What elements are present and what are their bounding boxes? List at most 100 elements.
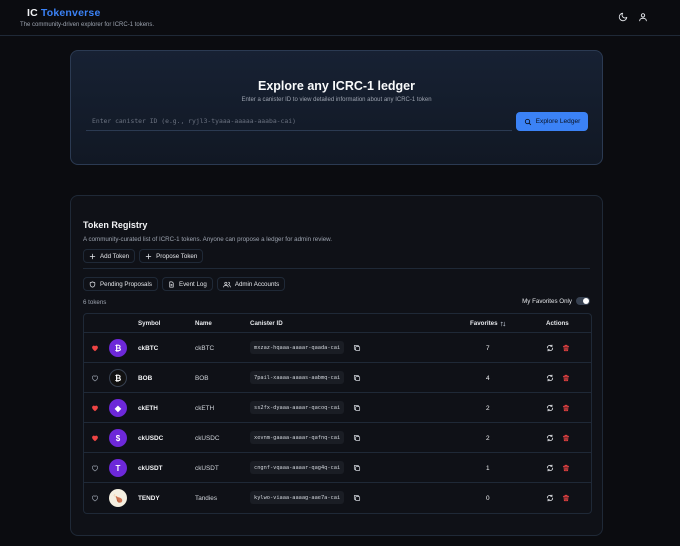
bitcoin-icon: ₿ xyxy=(109,369,127,387)
admin-accounts-label: Admin Accounts xyxy=(234,280,280,288)
token-name: ckUSDC xyxy=(195,435,220,442)
token-registry-card: Token Registry A community-curated list … xyxy=(70,195,603,536)
pending-proposals-button[interactable]: Pending Proposals xyxy=(83,277,158,291)
explore-hero: Explore any ICRC-1 ledger Enter a canist… xyxy=(70,50,603,165)
event-log-label: Event Log xyxy=(178,280,207,288)
heart-icon[interactable] xyxy=(91,404,99,412)
logo-tokenverse: Tokenverse xyxy=(40,7,101,19)
favorites-only-label: My Favorites Only xyxy=(522,297,572,305)
app-logo[interactable]: IC Tokenverse xyxy=(27,7,101,19)
propose-token-button[interactable]: Propose Token xyxy=(139,249,204,263)
col-canister: Canister ID xyxy=(250,320,283,327)
canister-id: kylwo-viaaa-aaaag-aae7a-cai xyxy=(250,491,345,504)
refresh-icon[interactable] xyxy=(546,434,554,442)
col-favorites-sort[interactable]: Favorites xyxy=(470,320,506,327)
token-name: BOB xyxy=(195,375,209,382)
heart-icon[interactable] xyxy=(91,344,99,352)
copy-icon[interactable] xyxy=(353,434,361,442)
favorites-count: 0 xyxy=(486,495,490,502)
admin-accounts-button[interactable]: Admin Accounts xyxy=(216,277,286,291)
favorites-count: 2 xyxy=(486,435,490,442)
token-symbol: TENDY xyxy=(138,495,160,502)
favorites-count: 4 xyxy=(486,375,490,382)
registry-admin-actions: Pending Proposals Event Log Admin Accoun… xyxy=(83,277,286,291)
token-symbol: ckUSDT xyxy=(138,465,163,472)
heart-icon[interactable] xyxy=(91,374,99,382)
canister-id: xevnm-gaaaa-aaaar-qafnq-cai xyxy=(250,431,345,444)
refresh-icon[interactable] xyxy=(546,464,554,472)
refresh-icon[interactable] xyxy=(546,494,554,502)
trash-icon[interactable] xyxy=(562,434,570,442)
refresh-icon[interactable] xyxy=(546,404,554,412)
logo-ic: IC xyxy=(27,7,38,19)
hero-subtitle: Enter a canister ID to view detailed inf… xyxy=(241,97,432,103)
pending-proposals-label: Pending Proposals xyxy=(100,280,152,288)
token-name: ckBTC xyxy=(195,345,215,352)
token-symbol: ckUSDC xyxy=(138,435,164,442)
trash-icon[interactable] xyxy=(562,374,570,382)
canister-id-input[interactable] xyxy=(86,111,512,131)
top-header: IC Tokenverse The community-driven explor… xyxy=(0,0,680,36)
plus-icon xyxy=(145,253,152,259)
sort-icon xyxy=(500,321,505,326)
canister-id: ss2fx-dyaaa-aaaar-qacoq-cai xyxy=(250,401,345,414)
table-row[interactable]: ◆ ckETH ckETH ss2fx-dyaaa-aaaar-qacoq-cai 2 xyxy=(84,393,591,423)
trash-icon[interactable] xyxy=(562,494,570,502)
shield-icon xyxy=(89,281,96,287)
ethereum-icon: ◆ xyxy=(109,399,127,417)
token-name: ckUSDT xyxy=(195,465,219,472)
token-symbol: BOB xyxy=(138,375,153,382)
refresh-icon[interactable] xyxy=(546,374,554,382)
heart-icon[interactable] xyxy=(91,434,99,442)
propose-token-label: Propose Token xyxy=(156,252,198,260)
usdc-icon: $ xyxy=(109,429,127,447)
tether-icon: T xyxy=(109,459,127,477)
copy-icon[interactable] xyxy=(353,404,361,412)
trash-icon[interactable] xyxy=(562,464,570,472)
copy-icon[interactable] xyxy=(353,464,361,472)
users-icon xyxy=(223,281,231,287)
token-name: Tandies xyxy=(195,495,218,502)
divider xyxy=(83,268,590,269)
moon-icon[interactable] xyxy=(618,12,628,22)
heart-icon[interactable] xyxy=(91,464,99,472)
trash-icon[interactable] xyxy=(562,344,570,352)
token-symbol: ckETH xyxy=(138,405,158,412)
favorites-count: 7 xyxy=(486,345,490,352)
canister-id: mxzaz-hqaaa-aaaar-qaada-cai xyxy=(250,341,345,354)
copy-icon[interactable] xyxy=(353,494,361,502)
token-name: ckETH xyxy=(195,405,215,412)
col-name: Name xyxy=(195,320,212,327)
registry-subtitle: A community-curated list of ICRC-1 token… xyxy=(83,236,332,243)
favorites-count: 1 xyxy=(486,465,490,472)
copy-icon[interactable] xyxy=(353,344,361,352)
token-symbol: ckBTC xyxy=(138,345,159,352)
refresh-icon[interactable] xyxy=(546,344,554,352)
table-header: Symbol Name Canister ID Favorites Action… xyxy=(84,314,591,333)
canister-id: cngnf-vqaaa-aaaar-qag4q-cai xyxy=(250,461,345,474)
table-row[interactable]: TckUSDT ckUSDT cngnf-vqaaa-aaaar-qag4q-cai… xyxy=(84,453,591,483)
registry-primary-actions: Add Token Propose Token xyxy=(83,249,204,263)
table-row[interactable]: 🍗 TENDY Tandies kylwo-viaaa-aaaag-aae7a-cai… xyxy=(84,483,591,513)
tendy-icon: 🍗 xyxy=(109,489,127,507)
table-row[interactable]: ₿ ckBTC ckBTC mxzaz-hqaaa-aaaar-qaada-cai 7 xyxy=(84,333,591,363)
event-log-button[interactable]: Event Log xyxy=(161,277,213,291)
trash-icon[interactable] xyxy=(562,404,570,412)
search-icon xyxy=(524,118,531,125)
table-row[interactable]: $ ckUSDC ckUSDC xevnm-gaaaa-aaaar-qafnq-cai… xyxy=(84,423,591,453)
token-table: Symbol Name Canister ID Favorites Action… xyxy=(83,313,592,514)
copy-icon[interactable] xyxy=(353,374,361,382)
col-symbol: Symbol xyxy=(138,320,161,327)
favorites-only-toggle[interactable] xyxy=(576,297,590,305)
canister-id: 7pail-xaaaa-aaaas-aabmq-cai xyxy=(250,371,345,384)
explore-ledger-label: Explore Ledger xyxy=(535,118,581,125)
col-actions: Actions xyxy=(546,320,569,327)
add-token-button[interactable]: Add Token xyxy=(83,249,136,263)
user-icon[interactable] xyxy=(638,12,648,22)
favorites-count: 2 xyxy=(486,405,490,412)
heart-icon[interactable] xyxy=(91,494,99,502)
table-row[interactable]: ₿ BOB BOB 7pail-xaaaa-aaaas-aabmq-cai 4 xyxy=(84,363,591,393)
explore-ledger-button[interactable]: Explore Ledger xyxy=(516,112,588,131)
col-favorites: Favorites xyxy=(470,320,498,327)
document-icon xyxy=(169,281,174,287)
